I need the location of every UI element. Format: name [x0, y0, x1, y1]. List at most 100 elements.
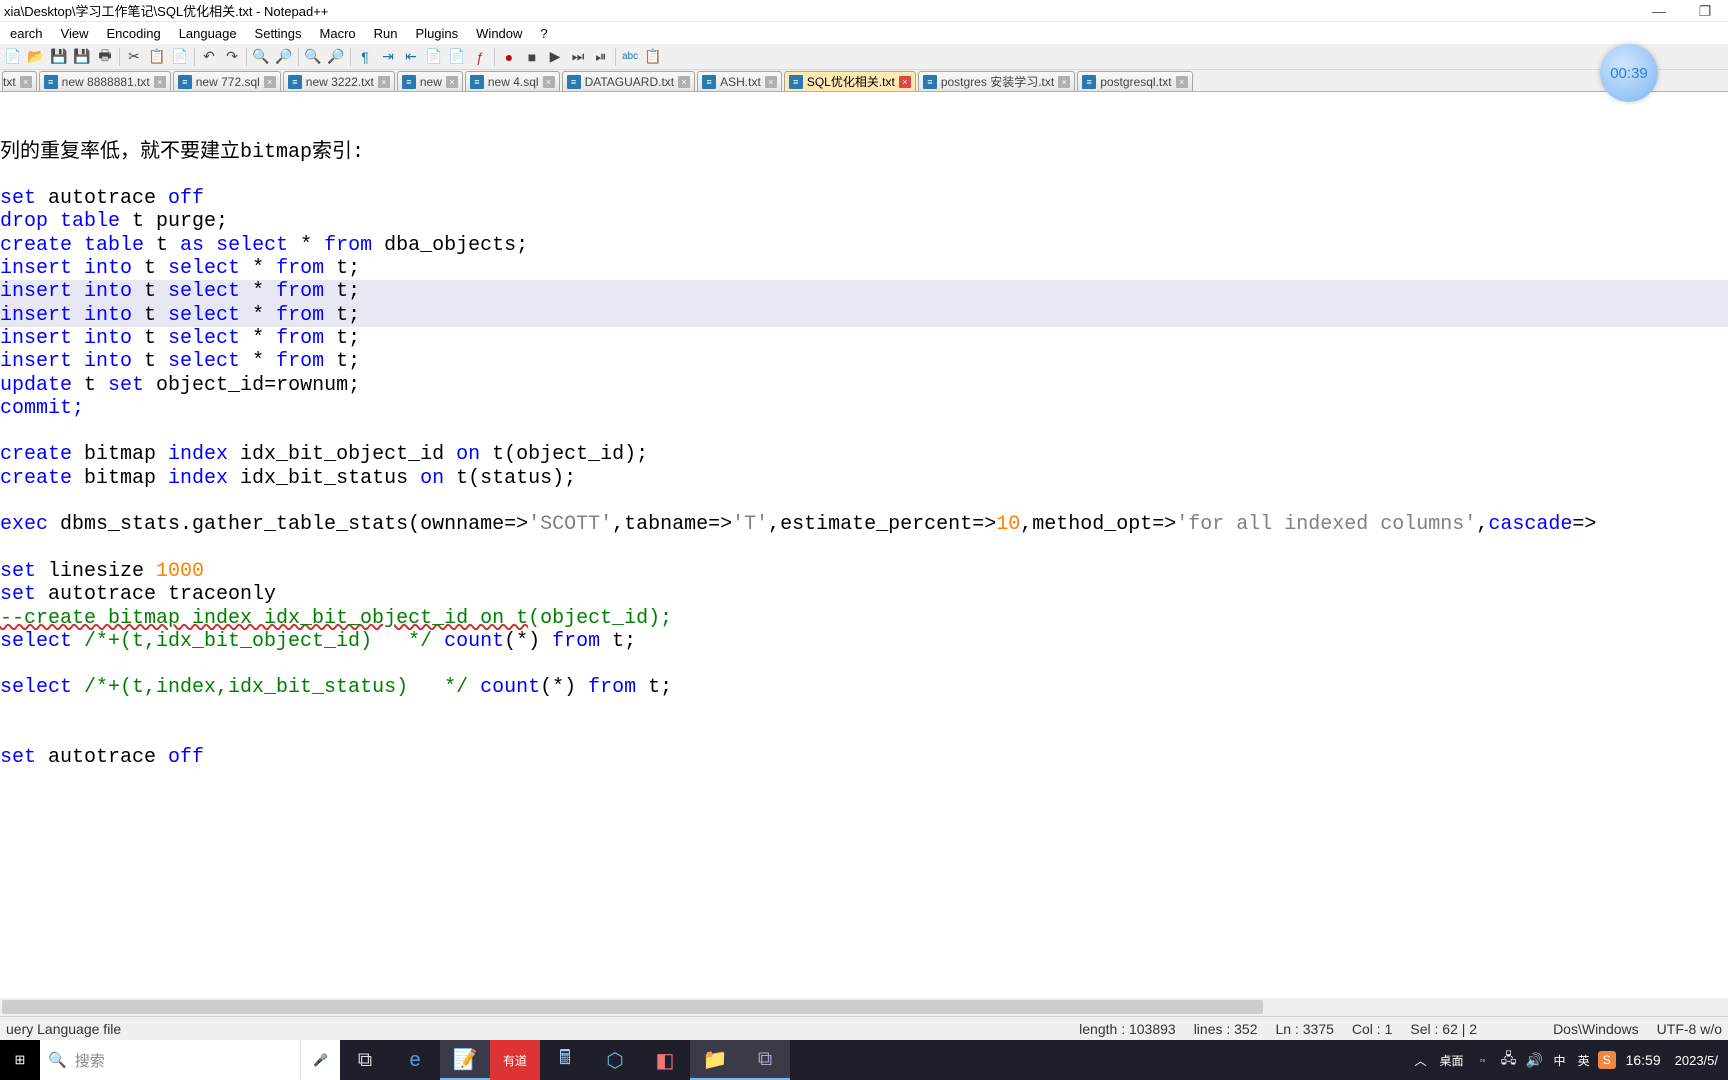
zoom-in-icon[interactable]: 🔍	[302, 46, 324, 68]
redo-icon[interactable]: ↷	[221, 46, 243, 68]
notepadpp-icon[interactable]: 📝	[440, 1040, 490, 1080]
copy-icon[interactable]: 📋	[146, 46, 168, 68]
horizontal-scrollbar[interactable]	[0, 998, 1728, 1016]
status-col: Col : 1	[1352, 1021, 1392, 1037]
clock[interactable]: 16:59	[1620, 1052, 1667, 1068]
toolbar: 📄 📂 💾 💾 🖶 ✂ 📋 📄 ↶ ↷ 🔍 🔎 🔍 🔎 ¶ ⇥ ⇤ 📄 📄 ƒ …	[0, 44, 1728, 70]
tab-dataguard[interactable]: ≡DATAGUARD.txt×	[562, 71, 696, 91]
replace-icon[interactable]: 🔎	[273, 46, 295, 68]
menu-run[interactable]: Run	[366, 24, 406, 43]
app-icon[interactable]: ⧉	[740, 1040, 790, 1080]
timer-badge[interactable]: 00:39	[1600, 44, 1658, 102]
tray-desktop[interactable]: 桌面	[1436, 1052, 1468, 1069]
tab-txt[interactable]: txt×	[2, 71, 37, 91]
edge-icon[interactable]: e	[390, 1040, 440, 1080]
close-icon[interactable]: ×	[899, 76, 911, 88]
date[interactable]: 2023/5/	[1671, 1053, 1722, 1068]
menu-settings[interactable]: Settings	[247, 24, 310, 43]
doc-icon[interactable]: 📄	[446, 46, 468, 68]
virtualbox-icon[interactable]: ⬡	[590, 1040, 640, 1080]
app-icon[interactable]: ◧	[640, 1040, 690, 1080]
doc-map-icon[interactable]: 📋	[642, 46, 664, 68]
find-icon[interactable]: 🔍	[250, 46, 272, 68]
explorer-icon[interactable]: 📁	[690, 1040, 740, 1080]
file-icon: ≡	[178, 75, 192, 89]
close-icon[interactable]: ×	[678, 76, 690, 88]
spellcheck-icon[interactable]: abc	[619, 46, 641, 68]
calculator-icon[interactable]: 🖩	[540, 1040, 590, 1080]
menu-encoding[interactable]: Encoding	[98, 24, 168, 43]
ime-indicator[interactable]: 中	[1550, 1052, 1570, 1069]
start-button[interactable]: ⊞	[0, 1040, 40, 1080]
save-all-icon[interactable]: 💾	[71, 46, 93, 68]
open-file-icon[interactable]: 📂	[25, 46, 47, 68]
youdao-icon[interactable]: 有道	[490, 1040, 540, 1080]
editor-area[interactable]: 列的重复率低，就不要建立bitmap索引: set autotrace off …	[0, 92, 1728, 1016]
volume-icon[interactable]: 🔊	[1524, 1040, 1546, 1080]
close-icon[interactable]: ×	[154, 76, 166, 88]
play-icon[interactable]: ▶	[544, 46, 566, 68]
tab-new-4[interactable]: ≡new 4.sql×	[465, 71, 560, 91]
toolbar-sep	[246, 48, 247, 66]
toolbar-sep	[350, 48, 351, 66]
taskbar-search[interactable]: 🔍 搜索	[40, 1040, 300, 1080]
close-icon[interactable]: ×	[20, 76, 32, 88]
close-icon[interactable]: ×	[446, 76, 458, 88]
tab-new-8888881[interactable]: ≡new 8888881.txt×	[39, 71, 171, 91]
close-icon[interactable]: ×	[1058, 76, 1070, 88]
code-content[interactable]: 列的重复率低，就不要建立bitmap索引: set autotrace off …	[0, 92, 1728, 770]
ime-input[interactable]: 英	[1574, 1052, 1594, 1069]
print-icon[interactable]: 🖶	[94, 46, 116, 68]
indent-icon[interactable]: ⇥	[377, 46, 399, 68]
tab-postgresql[interactable]: ≡postgresql.txt×	[1077, 71, 1192, 91]
outdent-icon[interactable]: ⇤	[400, 46, 422, 68]
close-icon[interactable]: ×	[543, 76, 555, 88]
scrollbar-thumb[interactable]	[2, 1000, 1263, 1014]
doc-icon[interactable]: 📄	[423, 46, 445, 68]
minimize-button[interactable]: —	[1636, 0, 1682, 22]
cut-icon[interactable]: ✂	[123, 46, 145, 68]
tab-sql-optimize[interactable]: ≡SQL优化相关.txt×	[784, 71, 916, 91]
menu-plugins[interactable]: Plugins	[408, 24, 467, 43]
menu-macro[interactable]: Macro	[312, 24, 364, 43]
undo-icon[interactable]: ↶	[198, 46, 220, 68]
close-icon[interactable]: ×	[378, 76, 390, 88]
taskview-icon[interactable]: ⧉	[340, 1040, 390, 1080]
menu-language[interactable]: Language	[171, 24, 245, 43]
save-icon[interactable]: 💾	[48, 46, 70, 68]
file-icon: ≡	[1082, 75, 1096, 89]
play-next-icon[interactable]: ⏭	[567, 46, 589, 68]
menu-help[interactable]: ?	[532, 24, 555, 43]
func-icon[interactable]: ƒ	[469, 46, 491, 68]
maximize-button[interactable]: ❐	[1682, 0, 1728, 22]
tray-app-icon[interactable]: ▫▫	[1472, 1040, 1494, 1080]
tab-new-772[interactable]: ≡ new 772.sql ×	[173, 71, 281, 91]
tab-postgres-install[interactable]: ≡postgres 安装学习.txt×	[918, 71, 1075, 91]
tab-label: ASH.txt	[720, 75, 761, 89]
save-macro-icon[interactable]: ⏯	[590, 46, 612, 68]
menu-search[interactable]: earch	[2, 24, 51, 43]
tab-ash[interactable]: ≡ASH.txt×	[697, 71, 782, 91]
record-icon[interactable]: ●	[498, 46, 520, 68]
tray-expand-icon[interactable]: ︿	[1410, 1040, 1432, 1080]
close-icon[interactable]: ×	[1176, 76, 1188, 88]
network-icon[interactable]: 🖧	[1498, 1040, 1520, 1080]
zoom-out-icon[interactable]: 🔎	[325, 46, 347, 68]
tab-label: new	[420, 75, 442, 89]
stop-icon[interactable]: ■	[521, 46, 543, 68]
tab-label: new 772.sql	[196, 75, 260, 89]
tab-new-3222[interactable]: ≡new 3222.txt×	[283, 71, 395, 91]
cortana-mic-icon[interactable]: 🎤	[300, 1040, 340, 1080]
menu-view[interactable]: View	[53, 24, 97, 43]
new-file-icon[interactable]: 📄	[2, 46, 24, 68]
close-icon[interactable]: ×	[264, 76, 276, 88]
paste-icon[interactable]: 📄	[169, 46, 191, 68]
sogou-icon[interactable]: S	[1598, 1051, 1616, 1069]
close-icon[interactable]: ×	[765, 76, 777, 88]
tab-label: new 4.sql	[488, 75, 539, 89]
tab-new[interactable]: ≡new×	[397, 71, 463, 91]
file-icon: ≡	[44, 75, 58, 89]
wrap-icon[interactable]: ¶	[354, 46, 376, 68]
menu-window[interactable]: Window	[468, 24, 530, 43]
tab-label: SQL优化相关.txt	[807, 73, 895, 90]
